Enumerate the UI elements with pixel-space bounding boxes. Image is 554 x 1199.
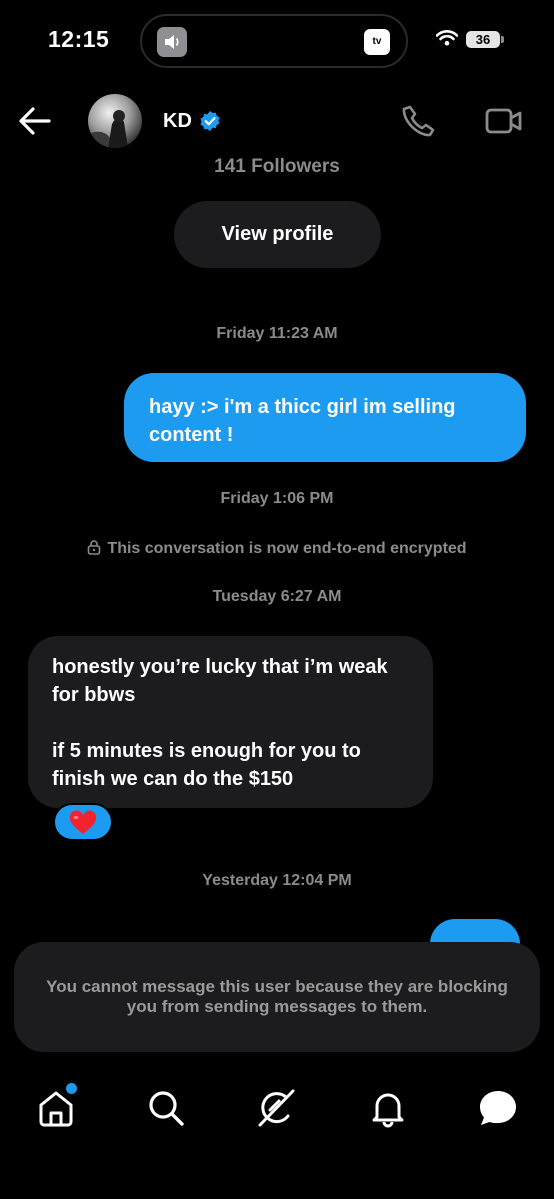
battery-indicator: 36 — [466, 31, 500, 48]
heart-reaction[interactable] — [53, 803, 113, 841]
message-timestamp: Friday 11:23 AM — [216, 325, 338, 342]
view-profile-button[interactable]: View profile — [174, 201, 381, 268]
notifications-icon[interactable] — [368, 1088, 408, 1128]
encryption-text: This conversation is now end-to-end encr… — [107, 540, 467, 557]
messages-icon[interactable] — [478, 1088, 518, 1128]
sent-message-bubble[interactable]: hayy :> i'm a thicc girl im selling cont… — [124, 373, 526, 462]
received-message-bubble[interactable]: honestly you’re lucky that i’m weak for … — [28, 636, 433, 808]
grok-icon[interactable] — [256, 1088, 296, 1128]
received-message-text: honestly you’re lucky that i’m weak for … — [52, 656, 388, 706]
speaker-icon — [157, 27, 187, 57]
verified-badge-icon — [200, 111, 220, 131]
heart-icon — [69, 810, 97, 834]
home-notification-dot — [64, 1081, 79, 1096]
received-message-text: if 5 minutes is enough for you to finish… — [52, 740, 361, 790]
lock-icon — [87, 539, 101, 560]
battery-nub — [501, 36, 504, 43]
search-icon[interactable] — [146, 1088, 186, 1128]
message-timestamp: Yesterday 12:04 PM — [202, 872, 352, 889]
phone-call-icon[interactable] — [402, 104, 436, 138]
contact-name[interactable]: KD — [163, 110, 192, 133]
dynamic-island: tv — [140, 14, 408, 68]
encryption-notice: This conversation is now end-to-end encr… — [0, 539, 554, 560]
message-timestamp: Friday 1:06 PM — [220, 490, 334, 507]
apple-tv-icon: tv — [364, 29, 390, 55]
video-call-icon[interactable] — [485, 106, 523, 136]
message-timestamp: Tuesday 6:27 AM — [212, 588, 342, 605]
status-time: 12:15 — [48, 26, 110, 52]
back-arrow-icon[interactable] — [18, 106, 52, 136]
wifi-icon — [436, 30, 458, 46]
avatar[interactable] — [88, 94, 142, 148]
follower-count: 141 Followers — [214, 156, 340, 177]
blocked-notice: You cannot message this user because the… — [14, 942, 540, 1052]
